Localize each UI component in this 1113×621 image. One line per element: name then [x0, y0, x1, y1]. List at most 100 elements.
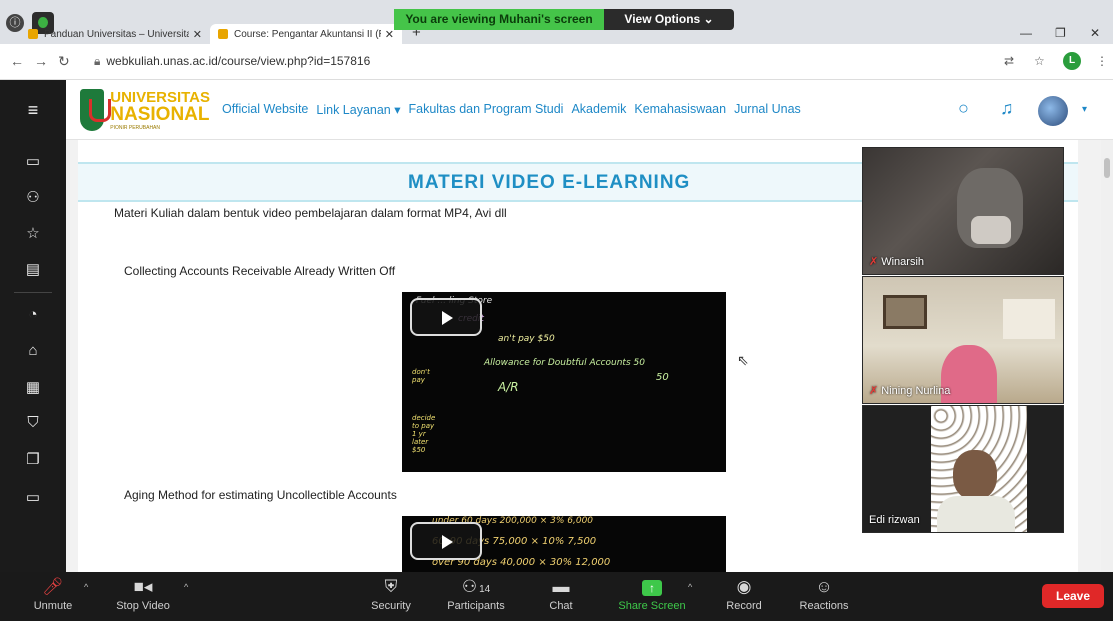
tab-panduan[interactable]: Panduan Universitas – Universita ✕	[20, 24, 210, 44]
face-mask	[971, 216, 1011, 244]
emoji-icon: ☺	[815, 577, 833, 596]
zoom-toolbar: 🎤︎ Unmute ^ ■◂ Stop Video ^ ⛨ Security ⚇…	[0, 572, 1113, 621]
left-sidebar: ▭ ⚇ ☆ ▤ ◔ ⌂ ▦ ⛉ ❐ ▭	[0, 140, 66, 572]
reload-icon[interactable]: ↻	[58, 53, 70, 70]
logo-line-2: NASIONAL	[110, 103, 210, 125]
bell-icon[interactable]: ♫	[1000, 98, 1014, 119]
muted-mic-icon: ✗	[869, 385, 879, 397]
shield-icon: ⛨	[384, 577, 398, 596]
participants-count: 14	[479, 584, 491, 595]
chalk-text: A/R	[498, 380, 519, 394]
chat-bubble-icon[interactable]: ○	[958, 98, 969, 119]
share-screen-button[interactable]: ↑ Share Screen	[612, 572, 692, 621]
menu-link-layanan[interactable]: Link Layanan ▾	[316, 102, 400, 117]
hamburger-menu-icon[interactable]: ≡	[0, 80, 66, 140]
graduation-cap-icon[interactable]: ⛉	[0, 414, 66, 431]
video-player[interactable]: Fuel ... ling Store credit an't pay $50 …	[402, 292, 726, 472]
address-bar: ← → ↻ 🔒︎ webkuliah.unas.ac.id/course/view…	[0, 44, 1113, 80]
calendar-icon[interactable]: ▦	[0, 378, 66, 396]
star-icon[interactable]: ☆	[0, 224, 66, 242]
share-options-caret-icon[interactable]: ^	[688, 582, 692, 592]
unmute-label: Unmute	[33, 600, 73, 612]
translate-icon[interactable]: ⇄	[1004, 54, 1014, 68]
page-title: MATERI VIDEO E-LEARNING	[408, 172, 691, 193]
participants-icon: ⚇ 14	[461, 577, 491, 596]
reactions-label: Reactions	[799, 600, 849, 612]
profile-avatar[interactable]: L	[1063, 52, 1081, 70]
menu-kemahasiswaan[interactable]: Kemahasiswaan	[634, 102, 726, 117]
dashboard-icon[interactable]: ◔	[0, 306, 66, 323]
menu-official-website[interactable]: Official Website	[222, 102, 308, 117]
chat-icon: ▬	[552, 577, 570, 596]
muted-mic-icon: 🎤︎	[42, 577, 64, 596]
mouse-pointer-icon: ⇖	[737, 352, 749, 368]
emblem-icon	[80, 89, 112, 131]
participant-name: ✗ Winarsih	[869, 256, 925, 268]
participant-tile[interactable]: ✗ Nining Nurlina	[862, 276, 1064, 404]
tab-label: Panduan Universitas – Universita	[44, 28, 189, 40]
audio-options-caret-icon[interactable]: ^	[84, 582, 88, 592]
wall-chart	[1003, 299, 1055, 339]
participant-tile[interactable]: Edi rizwan	[862, 405, 1064, 533]
video-player[interactable]: under 60 days 200,000 × 3% 6,000 60–90 d…	[402, 516, 726, 572]
users-icon[interactable]: ⚇	[0, 188, 66, 206]
bookmark-star-icon[interactable]: ☆	[1034, 54, 1045, 68]
menu-fakultas[interactable]: Fakultas dan Program Studi	[409, 102, 564, 117]
participant-name: Edi rizwan	[869, 514, 920, 526]
muted-mic-icon: ✗	[869, 256, 879, 268]
logo-line-3: PIONIR PERUBAHAN	[110, 124, 160, 131]
home-icon[interactable]: ⌂	[0, 342, 66, 359]
video-title: Aging Method for estimating Uncollectibl…	[124, 488, 397, 502]
unmute-button[interactable]: 🎤︎ Unmute	[24, 572, 82, 621]
forward-icon[interactable]: →	[34, 53, 48, 69]
stop-video-button[interactable]: ■◂ Stop Video	[110, 572, 176, 621]
site-logo[interactable]: UNIVERSITAS NASIONAL PIONIR PERUBAHAN	[80, 84, 210, 136]
participant-tile[interactable]: ✗ Winarsih	[862, 147, 1064, 275]
participant-shirt	[937, 496, 1015, 532]
minimize-icon[interactable]: —	[1020, 26, 1032, 40]
tab-course[interactable]: Course: Pengantar Akuntansi II (R ✕	[210, 24, 402, 44]
close-window-icon[interactable]: ✕	[1090, 26, 1100, 40]
chalk-text: 50	[656, 372, 669, 383]
chevron-down-icon[interactable]: ▾	[1082, 104, 1087, 115]
reactions-button[interactable]: ☺ Reactions	[792, 572, 856, 621]
menu-akademik[interactable]: Akademik	[571, 102, 626, 117]
back-icon[interactable]: ←	[10, 53, 24, 69]
view-options-button[interactable]: View Options ⌄	[604, 9, 734, 30]
more-menu-icon[interactable]: ⋮	[1096, 54, 1108, 68]
leave-button[interactable]: Leave	[1042, 584, 1104, 608]
files-icon[interactable]: ❐	[0, 450, 66, 468]
chalk-text: Allowance for Doubtful Accounts 50	[484, 358, 645, 368]
share-arrow-icon: ↑	[612, 572, 692, 600]
close-icon[interactable]: ✕	[385, 28, 394, 41]
chat-button[interactable]: ▬ Chat	[536, 572, 586, 621]
book-icon[interactable]: ▤	[0, 260, 66, 278]
participant-name: ✗ Nining Nurlina	[869, 385, 951, 397]
share-screen-label: Share Screen	[618, 600, 686, 612]
favicon-icon	[218, 29, 228, 39]
participants-button[interactable]: ⚇ 14 Participants	[440, 572, 512, 621]
page-scrollbar[interactable]	[1101, 140, 1113, 572]
url-field[interactable]: 🔒︎ webkuliah.unas.ac.id/course/view.php?i…	[94, 54, 370, 69]
video-title: Collecting Accounts Receivable Already W…	[124, 264, 396, 278]
main-menu: Official Website Link Layanan ▾ Fakultas…	[222, 102, 801, 117]
close-icon[interactable]: ✕	[193, 28, 202, 41]
user-avatar[interactable]	[1038, 96, 1068, 126]
chat-label: Chat	[549, 600, 573, 612]
chalk-text: don't pay	[412, 368, 430, 384]
browser-tab-strip: ⓘ Panduan Universitas – Universita ✕ Cou…	[0, 0, 1113, 44]
scroll-thumb[interactable]	[1104, 158, 1110, 178]
tab-label: Course: Pengantar Akuntansi II (R	[234, 28, 381, 40]
play-button[interactable]	[410, 298, 482, 336]
chalk-text: an't pay $50	[498, 334, 555, 344]
folder-icon[interactable]: ▭	[0, 152, 66, 170]
security-button[interactable]: ⛨ Security	[362, 572, 420, 621]
record-button[interactable]: ◉ Record	[718, 572, 770, 621]
folder-icon[interactable]: ▭	[0, 488, 66, 506]
play-button[interactable]	[410, 522, 482, 560]
restore-icon[interactable]: ❐	[1055, 26, 1066, 40]
video-options-caret-icon[interactable]: ^	[184, 582, 188, 592]
menu-jurnal-unas[interactable]: Jurnal Unas	[734, 102, 801, 117]
chalk-text: decide to pay 1 yr later $50	[412, 414, 436, 454]
logo-line-1: UNIVERSITAS	[110, 88, 210, 106]
